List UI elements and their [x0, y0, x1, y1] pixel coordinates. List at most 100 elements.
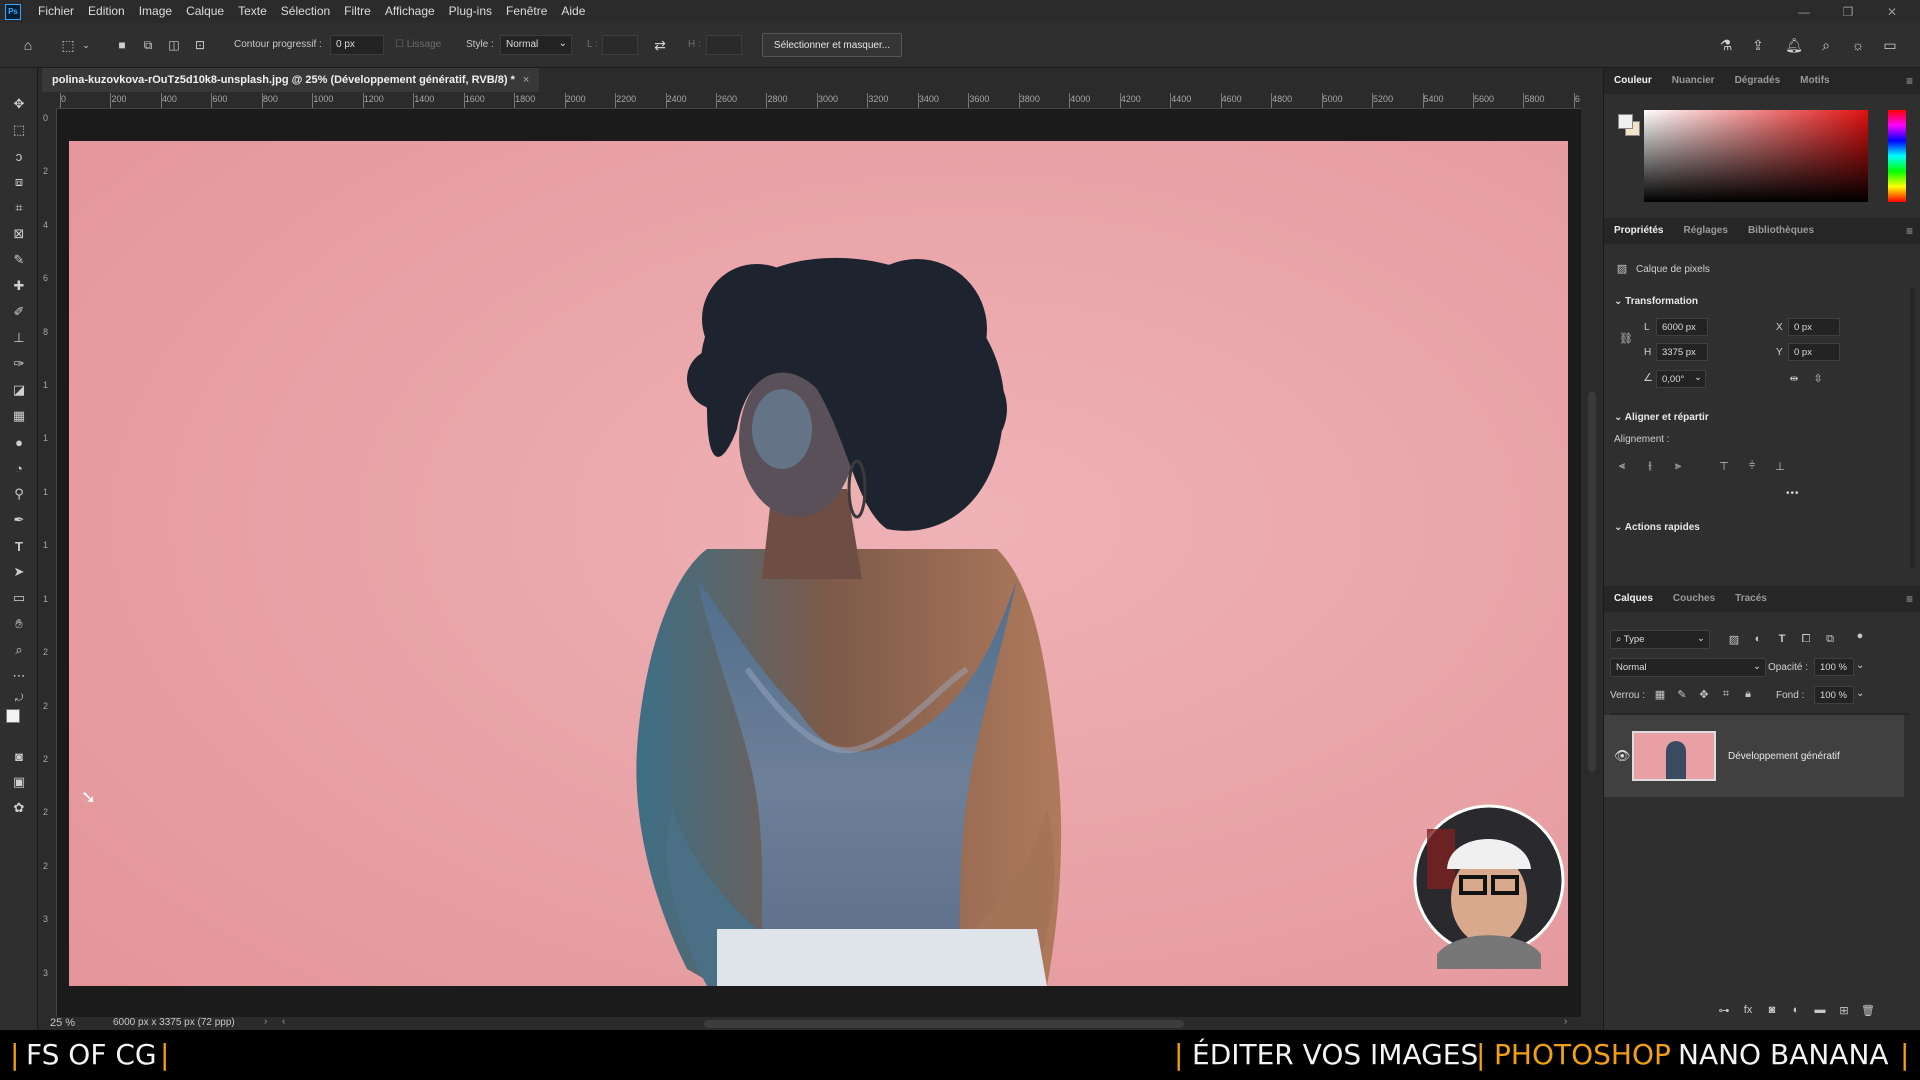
tab-nuancier[interactable]: Nuancier — [1662, 68, 1725, 94]
tab-traces[interactable]: Tracés — [1725, 586, 1777, 612]
blend-mode-select[interactable]: Normal ⌄ — [1610, 658, 1766, 677]
tab-degrades[interactable]: Dégradés — [1725, 68, 1791, 94]
tab-proprietes[interactable]: Propriétés — [1604, 218, 1673, 244]
panel-menu-icon[interactable]: ≡ — [1906, 224, 1913, 238]
feather-input[interactable]: 0 px — [330, 35, 384, 55]
menu-filtre[interactable]: Filtre — [337, 0, 378, 23]
menu-selection[interactable]: Sélection — [274, 0, 337, 23]
sponge-tool-icon[interactable]: ⚲ — [9, 484, 29, 504]
select-and-mask-button[interactable]: Sélectionner et masquer... — [762, 33, 902, 57]
vertical-scrollbar[interactable] — [1581, 92, 1603, 1017]
tab-motifs[interactable]: Motifs — [1790, 68, 1839, 94]
width-input[interactable] — [602, 35, 638, 55]
align-top-icon[interactable]: ⊤ — [1716, 458, 1732, 474]
lock-position-icon[interactable]: ✥ — [1696, 686, 1712, 702]
blur-tool-icon[interactable]: ● — [9, 432, 29, 452]
path-selection-tool-icon[interactable]: ➤ — [9, 562, 29, 582]
menu-image[interactable]: Image — [132, 0, 179, 23]
crop-tool-icon[interactable]: ⌗ — [9, 198, 29, 218]
more-tools-icon[interactable]: ⋯ — [9, 666, 29, 686]
marquee-tool-icon[interactable]: ⬚ — [9, 120, 29, 140]
flask-icon[interactable]: ⚗ — [1716, 35, 1736, 55]
workspace-icon[interactable]: ▭ — [1880, 35, 1900, 55]
fx-icon[interactable]: fx — [1740, 1002, 1756, 1018]
bell-icon[interactable]: 🔔︎ — [1784, 35, 1804, 55]
width-field[interactable]: 6000 px — [1656, 318, 1708, 336]
add-selection-icon[interactable]: ⧉ — [138, 35, 158, 55]
tab-couches[interactable]: Couches — [1663, 586, 1725, 612]
properties-scrollbar[interactable] — [1910, 288, 1915, 568]
add-mask-icon[interactable]: ◙ — [1764, 1002, 1780, 1018]
quick-actions-header[interactable]: ⌄ Actions rapides — [1614, 522, 1700, 533]
menu-affichage[interactable]: Affichage — [378, 0, 442, 23]
height-input[interactable] — [706, 35, 742, 55]
lasso-tool-icon[interactable]: ↄ — [9, 146, 29, 166]
chevron-left-icon[interactable]: ‹ — [282, 1016, 285, 1027]
layer-filter-select[interactable]: ⌕ Type ⌄ — [1610, 630, 1710, 649]
eraser-tool-icon[interactable]: ◪ — [9, 380, 29, 400]
more-options-icon[interactable]: ••• — [1786, 488, 1800, 499]
chevron-right-icon[interactable]: › — [1564, 1016, 1567, 1027]
tab-reglages[interactable]: Réglages — [1673, 218, 1737, 244]
move-tool-icon[interactable]: ✥ — [9, 94, 29, 114]
share-icon[interactable]: ⇪ — [1748, 35, 1768, 55]
eye-icon[interactable]: 👁︎ — [1614, 748, 1631, 764]
menu-edition[interactable]: Edition — [81, 0, 132, 23]
frame-tool-icon[interactable]: ⊠ — [9, 224, 29, 244]
align-bottom-icon[interactable]: ⊥ — [1772, 458, 1788, 474]
lock-transparency-icon[interactable]: ▦ — [1652, 686, 1668, 702]
trash-icon[interactable]: 🗑︎ — [1860, 1002, 1876, 1018]
style-select[interactable]: Normal ⌄ — [500, 35, 572, 55]
link-layers-icon[interactable]: ⊶ — [1716, 1002, 1732, 1018]
marquee-preset-icon[interactable]: ⬚ — [58, 35, 78, 55]
tab-calques[interactable]: Calques — [1604, 586, 1663, 612]
layer-row[interactable]: 👁︎ Développement génératif — [1604, 715, 1904, 797]
align-center-h-icon[interactable]: ⫲ — [1642, 458, 1658, 474]
zoom-level[interactable]: 25 % — [50, 1017, 75, 1029]
antialias-checkbox[interactable]: ☐ Lissage — [395, 39, 441, 50]
zoom-tool-icon[interactable]: ⌕ — [9, 640, 29, 660]
gradient-tool-icon[interactable]: ▦ — [9, 406, 29, 426]
chevron-down-icon[interactable]: ⌄ — [1856, 688, 1864, 699]
vertical-scrollbar-thumb[interactable] — [1588, 392, 1596, 772]
filter-pixel-icon[interactable]: ▨ — [1726, 631, 1742, 647]
tab-couleur[interactable]: Couleur — [1604, 68, 1662, 94]
chevron-right-icon[interactable]: › — [264, 1016, 267, 1027]
lock-all-icon[interactable]: 🔒︎ — [1740, 686, 1756, 702]
color-picker-field[interactable] — [1644, 110, 1868, 202]
hand-tool-icon[interactable]: ✋︎ — [9, 614, 29, 634]
history-brush-tool-icon[interactable]: ✑ — [9, 354, 29, 374]
x-field[interactable]: 0 px — [1788, 318, 1840, 336]
search-icon[interactable]: ⌕ — [1816, 35, 1836, 55]
close-window-icon[interactable]: ✕ — [1872, 0, 1912, 23]
restore-icon[interactable]: ❐ — [1828, 0, 1868, 23]
fill-field[interactable]: 100 % — [1814, 686, 1854, 704]
screen-mode-icon[interactable]: ▣ — [9, 772, 29, 792]
panel-menu-icon[interactable]: ≡ — [1906, 74, 1913, 88]
pen-tool-icon[interactable]: ✒ — [9, 510, 29, 530]
link-icon[interactable]: ⛓ — [1618, 330, 1634, 346]
menu-fichier[interactable]: Fichier — [31, 0, 81, 23]
hue-slider[interactable] — [1888, 110, 1906, 202]
transform-section-header[interactable]: ⌄ Transformation — [1614, 296, 1698, 307]
y-field[interactable]: 0 px — [1788, 343, 1840, 361]
type-tool-icon[interactable]: T — [9, 536, 29, 556]
chevron-down-icon[interactable]: ⌄ — [1856, 660, 1864, 671]
generative-icon[interactable]: ✿ — [9, 798, 29, 818]
subtract-selection-icon[interactable]: ◫ — [164, 35, 184, 55]
home-icon[interactable]: ⌂ — [18, 35, 38, 55]
angle-field[interactable]: 0,00° ⌄ — [1656, 370, 1706, 388]
flip-vertical-icon[interactable]: ⇳ — [1810, 370, 1826, 386]
clone-stamp-tool-icon[interactable]: ⊥ — [9, 328, 29, 348]
chevron-down-icon[interactable]: ⌄ — [80, 35, 92, 55]
menu-plugins[interactable]: Plug-ins — [442, 0, 499, 23]
close-tab-icon[interactable]: × — [523, 74, 529, 86]
adjustment-layer-icon[interactable]: ◐ — [1788, 1002, 1804, 1018]
new-group-icon[interactable]: ▬ — [1812, 1002, 1828, 1018]
new-layer-icon[interactable]: ⊞ — [1836, 1002, 1852, 1018]
tab-bibliotheques[interactable]: Bibliothèques — [1738, 218, 1824, 244]
brush-tool-icon[interactable]: ✐ — [9, 302, 29, 322]
intersect-selection-icon[interactable]: ⊡ — [190, 35, 210, 55]
panel-menu-icon[interactable]: ≡ — [1906, 592, 1913, 606]
dodge-tool-icon[interactable]: ◔ — [9, 458, 29, 478]
